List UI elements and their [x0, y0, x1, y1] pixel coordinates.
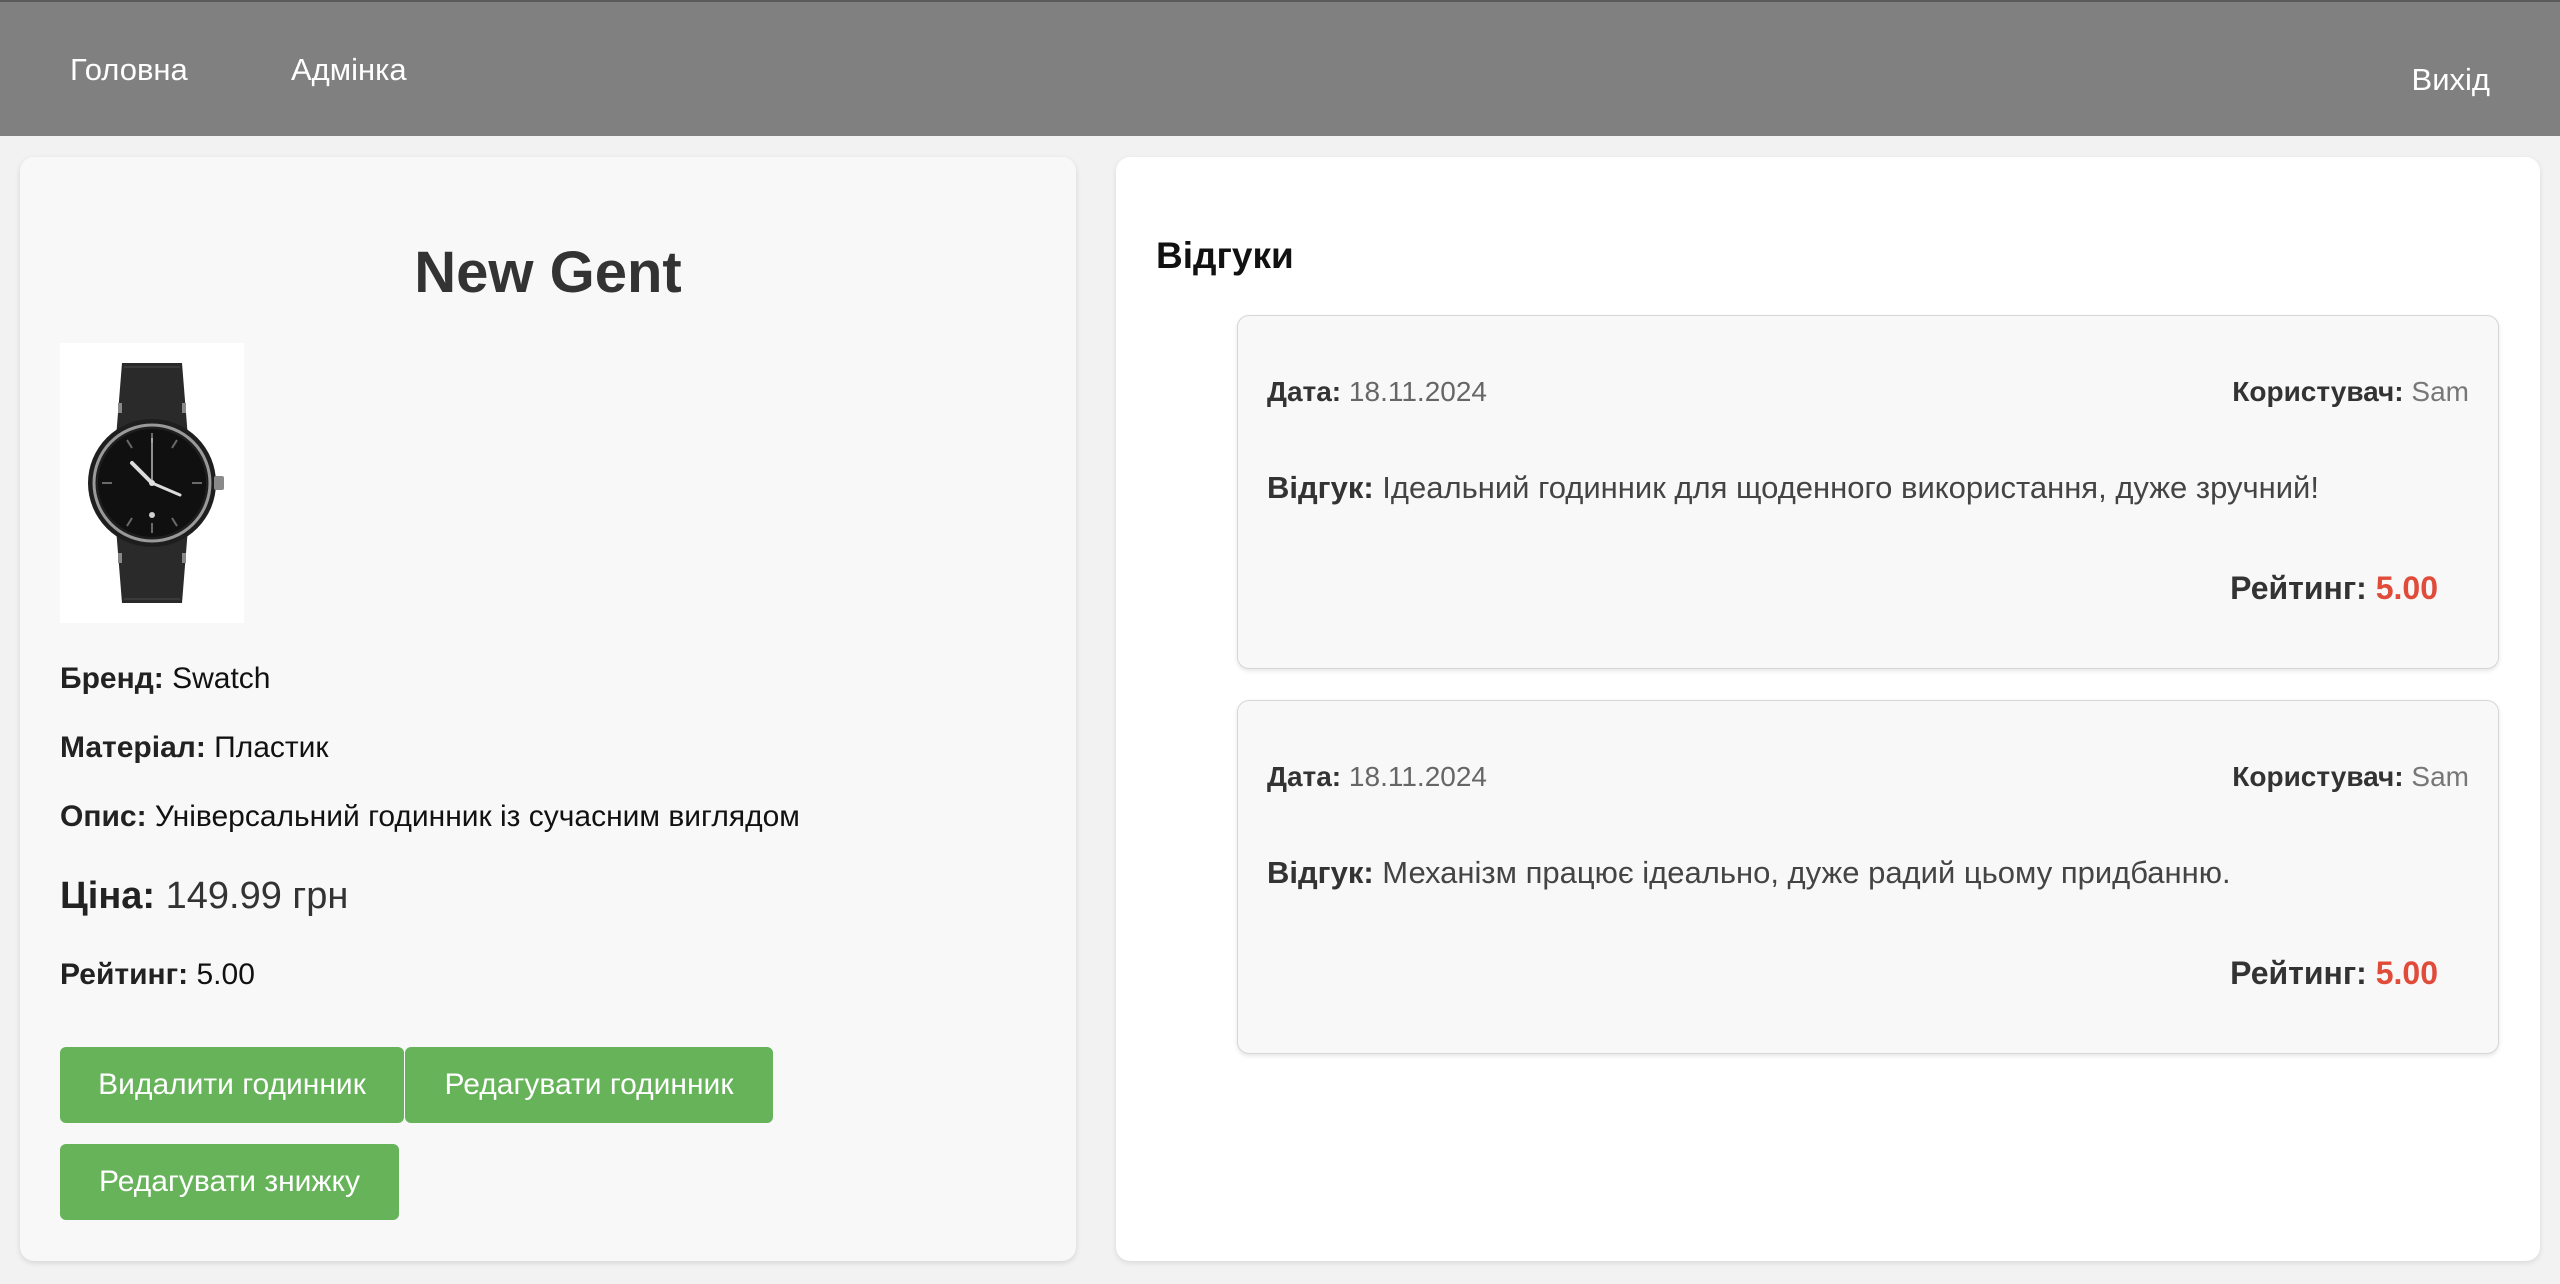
edit-watch-button[interactable]: Редагувати годинник: [405, 1047, 773, 1123]
product-description: Опис: Універсальний годинник із сучасним…: [60, 800, 800, 833]
wristwatch-image: [60, 343, 244, 623]
product-price: Ціна: 149.99 грн: [60, 875, 349, 917]
nav-link-logout[interactable]: Вихід: [2412, 62, 2490, 98]
delete-watch-button[interactable]: Видалити годинник: [60, 1047, 404, 1123]
review-text: Відгук: Ідеальний годинник для щоденного…: [1267, 470, 2319, 505]
review-user: Користувач: Sam: [2232, 761, 2469, 792]
reviews-card: Відгуки Дата: 18.11.2024 Користувач: Sam…: [1116, 157, 2540, 1261]
review-text: Відгук: Механізм працює ідеально, дуже р…: [1267, 855, 2231, 890]
review-item: Дата: 18.11.2024 Користувач: Sam Відгук:…: [1237, 315, 2499, 669]
product-card: New Gent Бренд: Swatch Матеріал: Пластик…: [20, 157, 1076, 1261]
review-item: Дата: 18.11.2024 Користувач: Sam Відгук:…: [1237, 700, 2499, 1054]
review-rating: Рейтинг: 5.00: [2230, 570, 2438, 606]
review-rating: Рейтинг: 5.00: [2230, 955, 2438, 991]
nav-link-home[interactable]: Головна: [70, 52, 188, 88]
product-rating: Рейтинг: 5.00: [60, 958, 255, 991]
top-navbar: Головна Адмінка Вихід: [0, 0, 2560, 136]
nav-link-admin[interactable]: Адмінка: [291, 52, 407, 88]
product-brand: Бренд: Swatch: [60, 662, 271, 695]
review-date: Дата: 18.11.2024: [1267, 376, 1487, 407]
wristwatch-icon: [88, 363, 224, 603]
review-date: Дата: 18.11.2024: [1267, 761, 1487, 792]
product-material: Матеріал: Пластик: [60, 731, 329, 764]
review-user: Користувач: Sam: [2232, 376, 2469, 407]
reviews-title: Відгуки: [1156, 235, 1294, 276]
product-title: New Gent: [414, 240, 682, 305]
edit-discount-button[interactable]: Редагувати знижку: [60, 1144, 399, 1220]
